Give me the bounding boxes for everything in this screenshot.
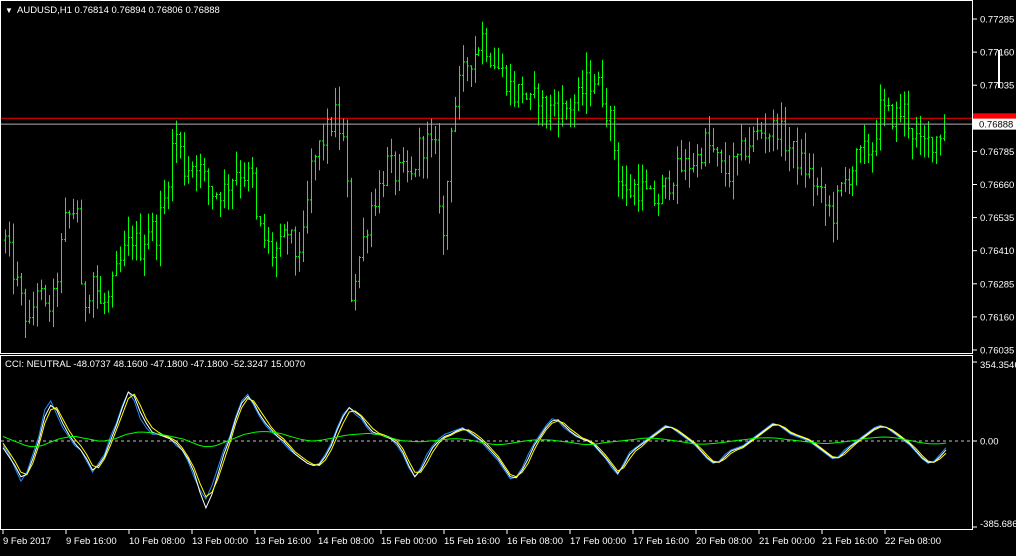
time-tick-label: 20 Feb 08:00: [696, 536, 752, 547]
price-tick-label: 0.76410: [980, 246, 1014, 257]
price-scale-scroll-marker[interactable]: [998, 50, 1000, 88]
time-tick-label: 22 Feb 08:00: [885, 536, 941, 547]
time-tick-label: 21 Feb 00:00: [759, 536, 815, 547]
price-tick-label: 0.76660: [980, 180, 1014, 191]
price-tick-label: 0.77285: [980, 15, 1014, 26]
cci-header: CCI: NEUTRAL -48.0737 48.1600 -47.1800 -…: [5, 359, 305, 370]
symbol-header: AUDUSD,H1 0.76814 0.76894 0.76806 0.7688…: [17, 5, 220, 16]
time-tick-label: 16 Feb 08:00: [507, 536, 563, 547]
menu-triangle-icon[interactable]: ▼: [5, 6, 13, 15]
mt4-chart-window: 0.772850.771600.770350.769100.767850.766…: [0, 0, 1016, 551]
time-tick-label: 15 Feb 16:00: [444, 536, 500, 547]
time-tick-label: 13 Feb 00:00: [192, 536, 248, 547]
price-tick-label: 0.76160: [980, 312, 1014, 323]
bid-price-label: 0.76888: [979, 120, 1013, 131]
time-tick-label: 13 Feb 16:00: [255, 536, 311, 547]
time-tick-label: 21 Feb 16:00: [822, 536, 878, 547]
price-tick-label: 0.76535: [980, 213, 1014, 224]
time-tick-label: 9 Feb 16:00: [66, 536, 117, 547]
chart-canvas[interactable]: 0.772850.771600.770350.769100.767850.766…: [0, 0, 1016, 551]
price-tick-label: 0.76785: [980, 147, 1014, 158]
cci-tick-label: 354.3546: [980, 360, 1016, 371]
time-tick-label: 15 Feb 00:00: [381, 536, 437, 547]
time-tick-label: 10 Feb 08:00: [129, 536, 185, 547]
cci-tick-label: -385.6868: [980, 519, 1016, 530]
price-tick-label: 0.76285: [980, 279, 1014, 290]
price-tick-label: 0.76035: [980, 346, 1014, 357]
time-tick-label: 9 Feb 2017: [3, 536, 51, 547]
time-tick-label: 14 Feb 08:00: [318, 536, 374, 547]
price-tick-label: 0.77160: [980, 48, 1014, 59]
time-tick-label: 17 Feb 16:00: [633, 536, 689, 547]
price-tick-label: 0.77035: [980, 81, 1014, 92]
background: [0, 0, 1016, 551]
cci-tick-label: 0.00: [980, 437, 999, 448]
time-tick-label: 17 Feb 00:00: [570, 536, 626, 547]
